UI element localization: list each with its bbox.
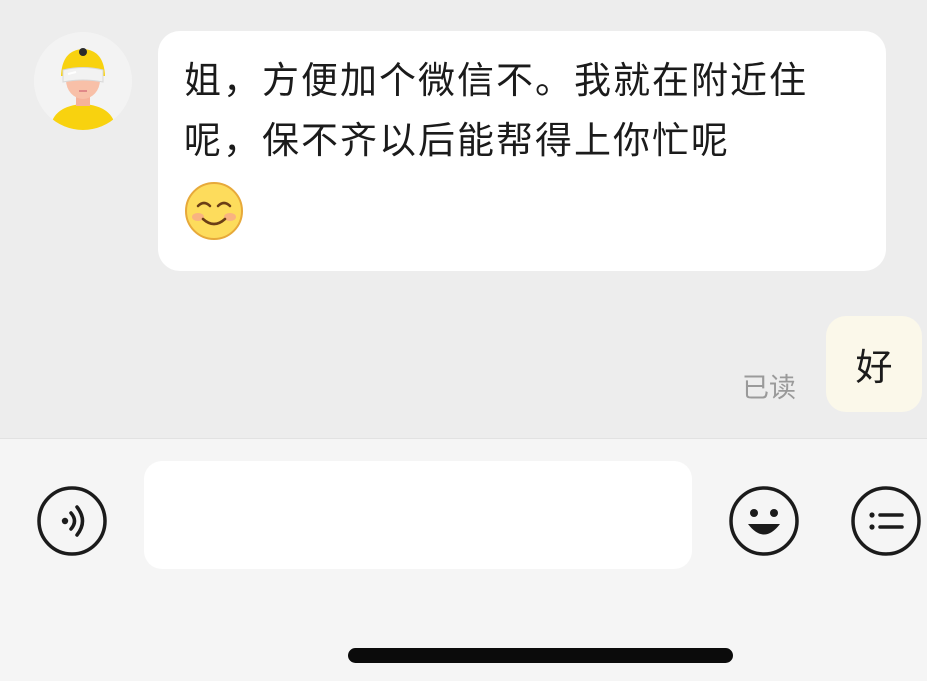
emoji-icon [729, 486, 799, 556]
outgoing-message-text: 好 [855, 346, 893, 389]
read-status: 已读 [742, 373, 796, 404]
voice-button[interactable] [36, 485, 108, 557]
voice-icon [37, 486, 107, 556]
message-input[interactable] [144, 461, 692, 569]
chat-area: 姐，方便加个微信不。我就在附近住呢，保不齐以后能帮得上你忙呢 已读 好 [0, 0, 927, 438]
input-bar [0, 438, 927, 681]
incoming-message-text: 姐，方便加个微信不。我就在附近住呢，保不齐以后能帮得上你忙呢 [184, 59, 808, 162]
emoji-button[interactable] [728, 485, 800, 557]
more-menu-button[interactable] [850, 485, 922, 557]
courier-avatar-icon [34, 32, 132, 130]
outgoing-message-bubble[interactable]: 好 [826, 316, 922, 412]
more-menu-icon [851, 486, 921, 556]
home-indicator[interactable] [348, 648, 733, 663]
contact-avatar[interactable] [34, 32, 132, 130]
smiling-face-emoji-icon [184, 181, 244, 241]
incoming-message-bubble[interactable]: 姐，方便加个微信不。我就在附近住呢，保不齐以后能帮得上你忙呢 [158, 31, 886, 271]
